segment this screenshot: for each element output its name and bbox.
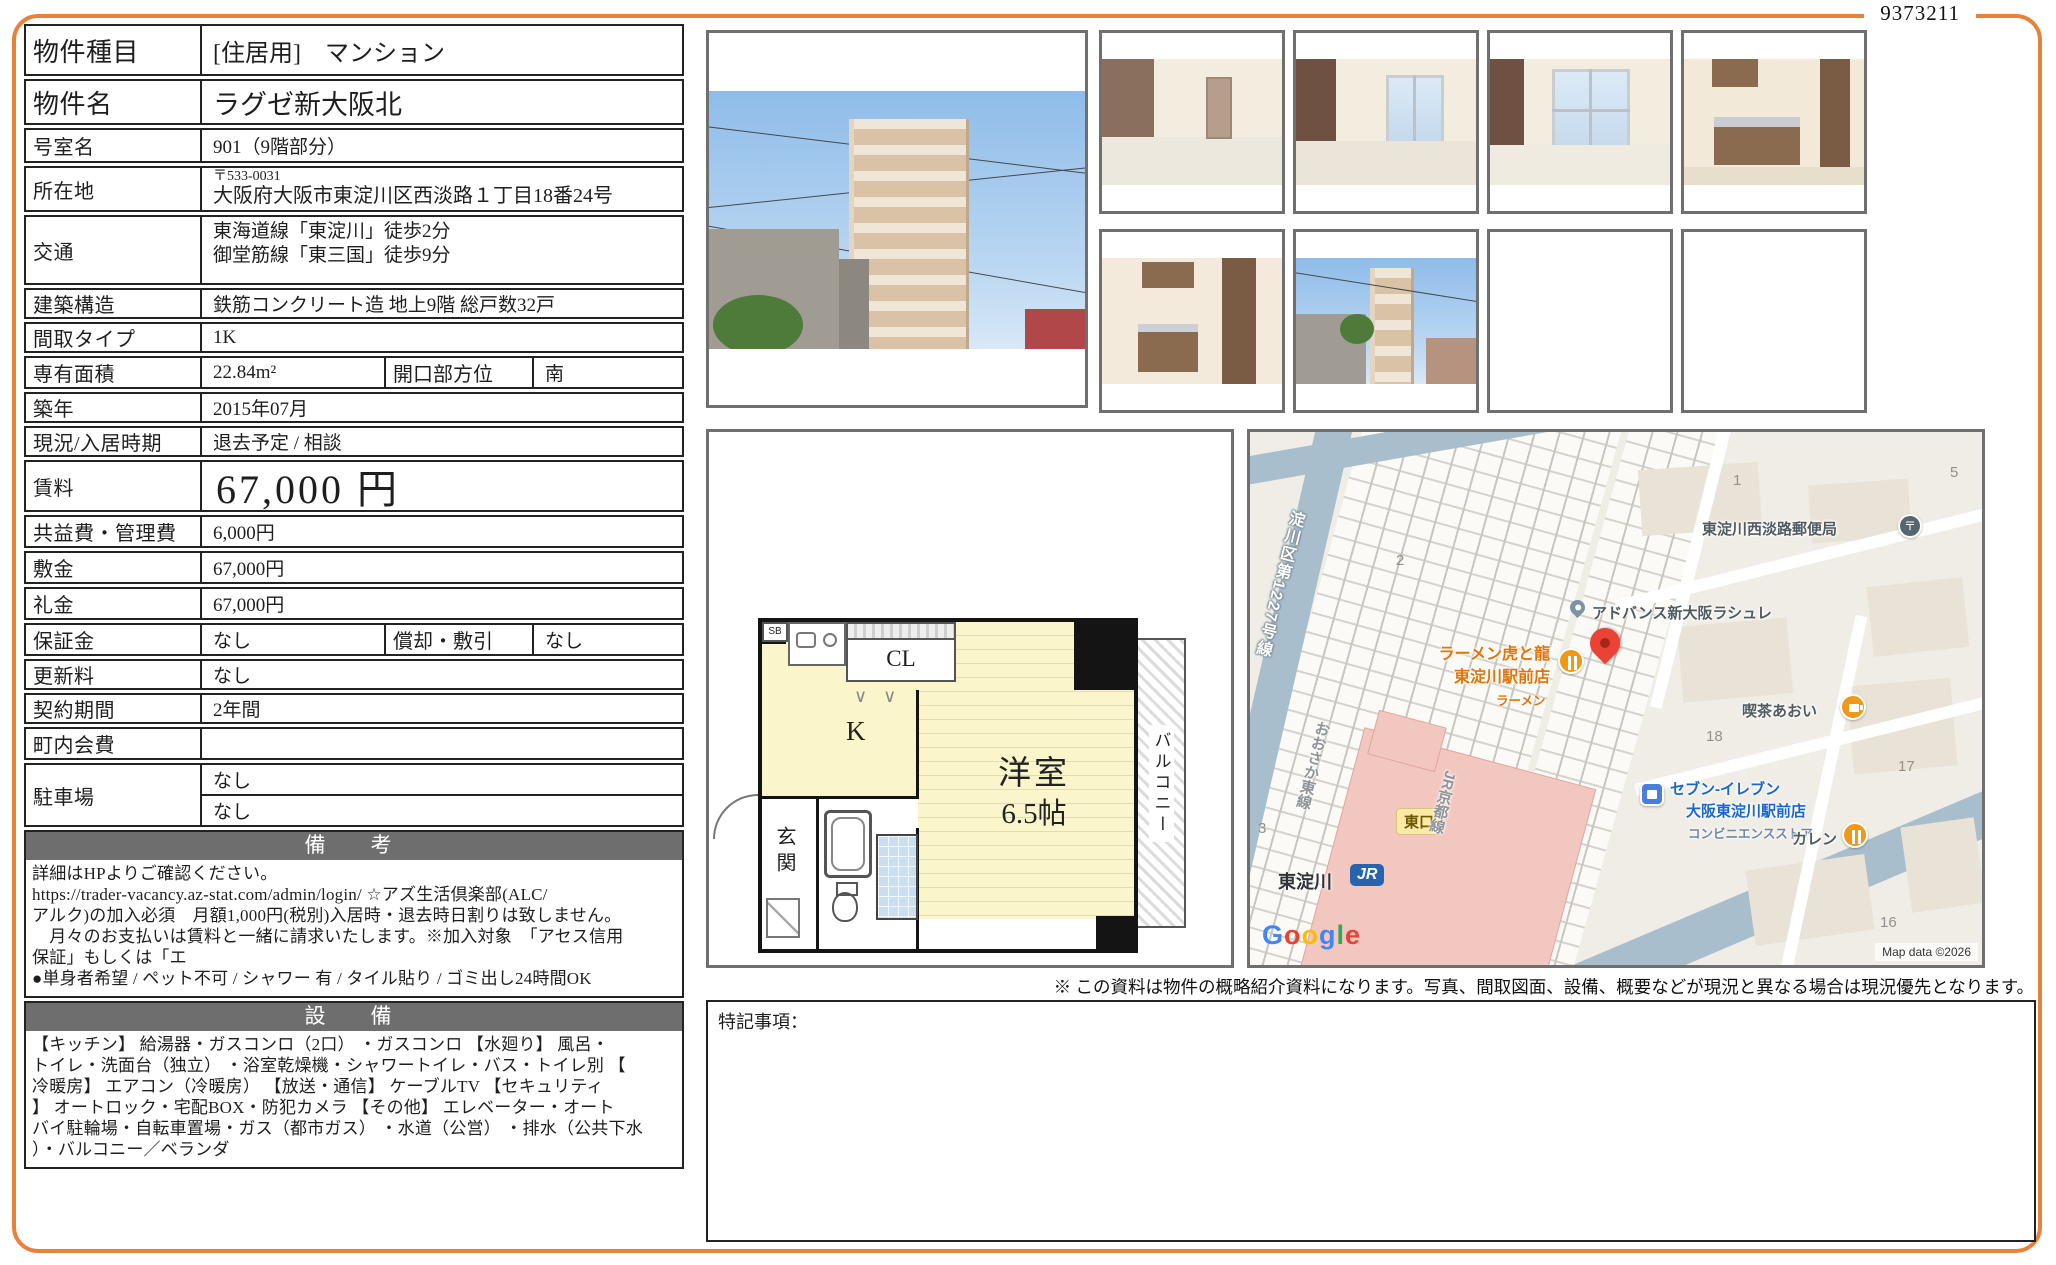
wall-block xyxy=(1074,622,1134,690)
wall-block xyxy=(1096,916,1134,949)
photo-kitchen-2 xyxy=(1099,229,1285,413)
curry-icon xyxy=(1842,822,1868,848)
table-row: 町内会費 xyxy=(24,727,684,760)
ramen-tag: ラーメン xyxy=(1496,690,1546,709)
ramen-label-2: 東淀川駅前店 xyxy=(1400,663,1550,687)
property-table: 物件種目 [住居用] マンション 物件名 ラグゼ新大阪北 号室名 901（9階部… xyxy=(24,24,684,1172)
convenience-store-icon xyxy=(1640,782,1664,806)
room-interior-image xyxy=(1296,59,1476,185)
photo-room-2 xyxy=(1293,30,1479,214)
shower-tile xyxy=(876,834,918,920)
entrance-door-arc xyxy=(713,794,758,839)
table-row: 共益費・管理費 6,000円 xyxy=(24,515,684,548)
address: 大阪府大阪市東淀川区西淡路１丁目18番24号 xyxy=(213,184,671,208)
remarks-section: 備 考 詳細はHPよりご確認ください。https://trader-vacanc… xyxy=(24,830,684,998)
kitchen-image xyxy=(1684,59,1864,185)
property-sheet: 9373211 物件種目 [住居用] マンション 物件名 ラグゼ新大阪北 号室名… xyxy=(0,0,2056,1265)
table-row: 建築構造 鉄筋コンクリート造 地上9階 総戸数32戸 xyxy=(24,288,684,319)
kitchen-counter xyxy=(788,622,846,666)
table-row: 間取タイプ 1K xyxy=(24,322,684,353)
equipment-text: 【キッチン】 給湯器・ガスコンロ（2口） ・ガスコンロ 【水廻り】 風呂・トイレ… xyxy=(26,1031,682,1164)
photo-empty-2 xyxy=(1681,229,1867,413)
map-copyright: Map data ©2026 xyxy=(1875,943,1978,961)
table-row: 所在地 〒533-0031 大阪府大阪市東淀川区西淡路１丁目18番24号 xyxy=(24,166,684,212)
equipment-section: 設 備 【キッチン】 給湯器・ガスコンロ（2口） ・ガスコンロ 【水廻り】 風呂… xyxy=(24,1001,684,1169)
postal-code: 〒533-0031 xyxy=(213,169,671,184)
entrance-label: 玄関 xyxy=(770,826,799,878)
remarks-header: 備 考 xyxy=(26,832,682,860)
kitchen-label: K xyxy=(846,716,866,747)
seven-label-2: 大阪東淀川駅前店 xyxy=(1686,800,1806,821)
floor-plan: バルコニー CL ∨∨ SB K 洋室 6.5帖 玄関 xyxy=(758,598,1188,953)
bathtub-icon xyxy=(824,810,872,878)
washer-space xyxy=(766,898,800,938)
table-row: 敷金 67,000円 xyxy=(24,551,684,584)
curry-label: カレン xyxy=(1792,828,1837,849)
closet: CL xyxy=(846,622,956,682)
building-exterior-image xyxy=(709,91,1085,349)
table-row: 更新料 なし xyxy=(24,659,684,690)
google-logo: Google xyxy=(1262,920,1361,951)
table-row-parking: 駐車場 なし なし xyxy=(24,763,684,827)
photo-kitchen-1 xyxy=(1681,30,1867,214)
access-line1: 東海道線「東淀川」徒歩2分 xyxy=(213,220,671,244)
property-name: ラグゼ新大阪北 xyxy=(202,81,682,123)
table-row: 物件名 ラグゼ新大阪北 xyxy=(24,79,684,125)
block-number: 16 xyxy=(1880,914,1897,931)
kitchen-unit-image xyxy=(1102,258,1282,384)
shoe-box: SB xyxy=(762,622,788,642)
balcony-area: バルコニー xyxy=(1136,638,1186,928)
table-row: 契約期間 2年間 xyxy=(24,693,684,724)
block-number: 2 xyxy=(1396,552,1404,569)
table-row: 交通 東海道線「東淀川」徒歩2分 御堂筋線「東三国」徒歩9分 xyxy=(24,215,684,285)
post-office-label: 東淀川西淡路郵便局 xyxy=(1702,518,1837,539)
room-interior-image xyxy=(1102,59,1282,185)
map-panel: 淀川区第1227号線 1 5 2 3 18 17 16 東淀川西淡路郵便局 〒 … xyxy=(1247,429,1985,968)
rent-amount: 67,000 円 xyxy=(202,462,682,510)
seven-label-1: セブン-イレブン xyxy=(1670,778,1780,799)
disclaimer-note: ※ この資料は物件の概略紹介資料になります。写真、間取図面、設備、概要などが現況… xyxy=(1054,974,2034,999)
photo-room-3 xyxy=(1487,30,1673,214)
floor-plan-panel: バルコニー CL ∨∨ SB K 洋室 6.5帖 玄関 xyxy=(706,429,1234,968)
post-office-icon: 〒 xyxy=(1898,514,1922,538)
photo-building-main xyxy=(706,30,1088,408)
room-label: 洋室 xyxy=(964,746,1104,794)
room-interior-image xyxy=(1490,59,1670,185)
photo-room-1 xyxy=(1099,30,1285,214)
photo-empty-1 xyxy=(1487,229,1673,413)
access-line2: 御堂筋線「東三国」徒歩9分 xyxy=(213,244,671,268)
jr-logo: JR xyxy=(1350,864,1384,886)
block-number: 1 xyxy=(1733,472,1741,489)
block-number: 18 xyxy=(1706,728,1723,745)
special-notes-label: 特記事項： xyxy=(708,1002,2034,1040)
table-row: 現況/入居時期 退去予定 / 相談 xyxy=(24,426,684,457)
building-street-image xyxy=(1296,258,1476,384)
remarks-text: 詳細はHPよりご確認ください。https://trader-vacancy.az… xyxy=(26,860,682,993)
cafe-label: 喫茶あおい xyxy=(1742,700,1817,721)
toilet-icon xyxy=(832,892,858,922)
cafe-icon xyxy=(1840,694,1866,720)
special-notes-box: 特記事項： xyxy=(706,1000,2036,1242)
restaurant-icon xyxy=(1558,648,1584,674)
table-row: 物件種目 [住居用] マンション xyxy=(24,24,684,76)
table-row: 保証金 なし 償却・敷引 なし xyxy=(24,623,684,656)
block-number: 3 xyxy=(1258,820,1266,837)
equipment-header: 設 備 xyxy=(26,1003,682,1031)
block-number: 17 xyxy=(1898,758,1915,775)
mansion-label: アドバンス新大阪ラシュレ xyxy=(1592,602,1772,623)
document-number: 9373211 xyxy=(1864,1,1976,26)
table-row: 号室名 901（9階部分） xyxy=(24,128,684,163)
table-row: 築年 2015年07月 xyxy=(24,392,684,423)
table-row: 専有面積 22.84m² 開口部方位 南 xyxy=(24,356,684,389)
photo-building-street xyxy=(1293,229,1479,413)
room-size-label: 6.5帖 xyxy=(964,790,1104,832)
table-row: 礼金 67,000円 xyxy=(24,587,684,620)
block-number: 5 xyxy=(1950,464,1958,481)
station-name-label: 東淀川 xyxy=(1278,868,1332,894)
table-row-rent: 賃料 67,000 円 xyxy=(24,460,684,512)
ramen-label-1: ラーメン虎と龍 xyxy=(1400,640,1550,664)
